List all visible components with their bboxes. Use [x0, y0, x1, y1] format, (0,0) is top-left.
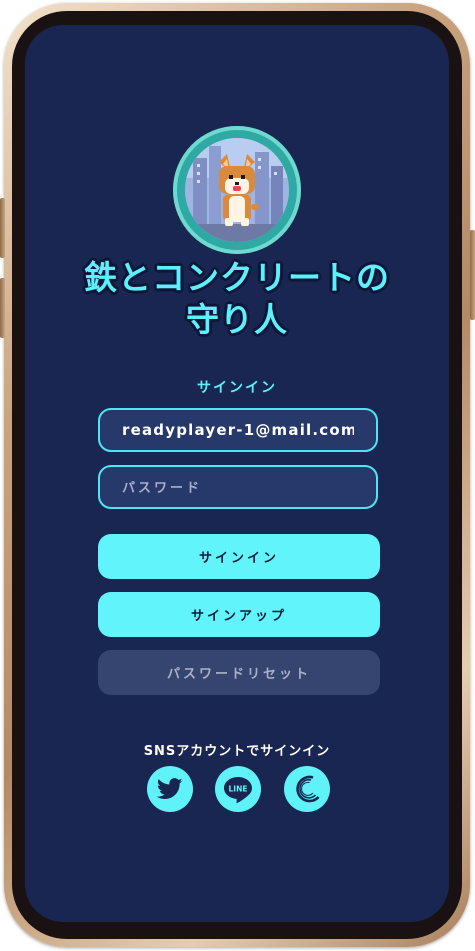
volume-up-button	[0, 198, 5, 258]
crescent-signin-button[interactable]	[284, 766, 330, 812]
shiba-dog-avatar-icon	[185, 138, 289, 242]
title-line-2: 守り人	[186, 300, 288, 339]
sns-signin-label: SNSアカウントでサインイン	[143, 744, 331, 759]
app-screen: 鉄とコンクリートの 守り人 サインイン サインイン サインアップ パスワードリセ…	[25, 25, 449, 922]
signin-button[interactable]: サインイン	[98, 534, 380, 579]
email-field[interactable]	[100, 410, 376, 450]
password-field-wrapper	[98, 465, 378, 509]
twitter-bird-icon	[157, 778, 183, 799]
avatar	[173, 126, 301, 254]
twitter-signin-button[interactable]	[147, 766, 193, 812]
page-title: 鉄とコンクリートの 守り人	[25, 257, 449, 341]
signup-button[interactable]: サインアップ	[98, 592, 380, 637]
power-button	[470, 230, 475, 320]
password-reset-button[interactable]: パスワードリセット	[98, 650, 380, 695]
line-logo-text: LINE	[229, 785, 248, 794]
volume-down-button	[0, 278, 5, 338]
title-line-1: 鉄とコンクリートの	[84, 258, 390, 297]
line-logo-icon: LINE	[224, 777, 252, 803]
sns-button-row: LINE	[25, 766, 449, 812]
password-field[interactable]	[100, 467, 376, 507]
line-signin-button[interactable]: LINE	[215, 766, 261, 812]
crescent-logo-icon	[296, 775, 320, 803]
signin-section-label: サインイン	[197, 380, 277, 396]
email-field-wrapper	[98, 408, 378, 452]
